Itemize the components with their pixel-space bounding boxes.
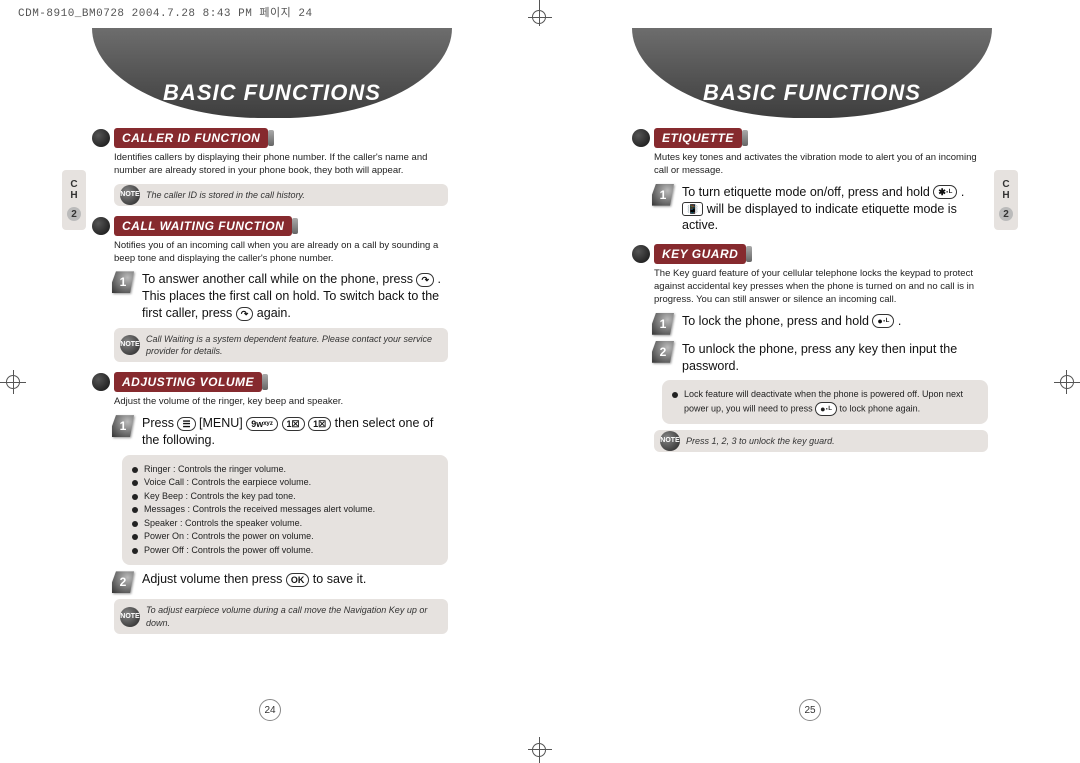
section-desc: Mutes key tones and activates the vibrat… [654, 152, 988, 178]
lock-key-icon: ●·ᴸ [872, 314, 894, 328]
note-icon: NOTE [120, 185, 140, 205]
section-desc: Notifies you of an incoming call when yo… [114, 240, 448, 266]
note-caller-id: NOTE The caller ID is stored in the call… [114, 184, 448, 206]
list-item: Voice Call : Controls the earpiece volum… [132, 476, 438, 490]
volume-bullet-list: Ringer : Controls the ringer volume. Voi… [122, 455, 448, 566]
note-icon: NOTE [660, 431, 680, 451]
step-2: 2 Adjust volume then press OK to save it… [112, 571, 448, 593]
send-key-icon: ↷ [236, 307, 254, 321]
list-item: Power On : Controls the power on volume. [132, 530, 438, 544]
list-item: Power Off : Controls the power off volum… [132, 544, 438, 558]
page-left: CH 2 BASIC FUNCTIONS CALLER ID FUNCTION … [0, 0, 540, 763]
list-item: Messages : Controls the received message… [132, 503, 438, 517]
step-2: 2 To unlock the phone, press any key the… [652, 341, 988, 375]
note-key-guard: NOTE Press 1, 2, 3 to unlock the key gua… [654, 430, 988, 452]
bullet-icon [92, 129, 110, 147]
step-1: 1 To answer another call while on the ph… [112, 271, 448, 322]
section-etiquette: ETIQUETTE [632, 128, 988, 148]
section-caller-id: CALLER ID FUNCTION [92, 128, 448, 148]
page-right: CH 2 BASIC FUNCTIONS ETIQUETTE Mutes key… [540, 0, 1080, 763]
menu-key-icon: ☰ [177, 417, 195, 431]
title-banner: BASIC FUNCTIONS [632, 28, 992, 118]
section-desc: Identifies callers by displaying their p… [114, 152, 448, 178]
section-adjusting-volume: ADJUSTING VOLUME [92, 372, 448, 392]
bullet-icon [92, 373, 110, 391]
vibrate-icon: 📳 [682, 202, 703, 216]
bullet-icon [92, 217, 110, 235]
note-volume: NOTE To adjust earpiece volume during a … [114, 599, 448, 633]
star-key-icon: ✱·ᴸ [933, 185, 957, 199]
chapter-tab-right: CH 2 [994, 170, 1018, 230]
one-key-icon: 1☒ [308, 417, 331, 431]
nine-key-icon: 9ᴡˣʸᶻ [246, 417, 278, 431]
list-item: Key Beep : Controls the key pad tone. [132, 490, 438, 504]
section-title: ADJUSTING VOLUME [114, 372, 262, 392]
section-key-guard: KEY GUARD [632, 244, 988, 264]
section-title: KEY GUARD [654, 244, 746, 264]
note-call-waiting: NOTE Call Waiting is a system dependent … [114, 328, 448, 362]
lock-key-icon: ●·ᴸ [815, 402, 837, 416]
ok-key-icon: OK [286, 573, 310, 587]
section-call-waiting: CALL WAITING FUNCTION [92, 216, 448, 236]
section-title: ETIQUETTE [654, 128, 742, 148]
list-item: Ringer : Controls the ringer volume. [132, 463, 438, 477]
step-1: 1 Press ☰ [MENU] 9ᴡˣʸᶻ 1☒ 1☒ then select… [112, 415, 448, 449]
send-key-icon: ↷ [416, 273, 434, 287]
section-desc: Adjust the volume of the ringer, key bee… [114, 396, 448, 409]
title-banner: BASIC FUNCTIONS [92, 28, 452, 118]
page-spread: CH 2 BASIC FUNCTIONS CALLER ID FUNCTION … [0, 0, 1080, 763]
note-icon: NOTE [120, 335, 140, 355]
section-title: CALL WAITING FUNCTION [114, 216, 292, 236]
chapter-tab-left: CH 2 [62, 170, 86, 230]
section-title: CALLER ID FUNCTION [114, 128, 268, 148]
bullet-icon [632, 129, 650, 147]
step-1: 1 To turn etiquette mode on/off, press a… [652, 184, 988, 235]
lock-info-box: Lock feature will deactivate when the ph… [662, 380, 988, 424]
page-number: 24 [259, 699, 281, 721]
step-1: 1 To lock the phone, press and hold ●·ᴸ … [652, 313, 988, 335]
bullet-icon [632, 245, 650, 263]
page-number: 25 [799, 699, 821, 721]
list-item: Speaker : Controls the speaker volume. [132, 517, 438, 531]
section-desc: The Key guard feature of your cellular t… [654, 268, 988, 306]
note-icon: NOTE [120, 607, 140, 627]
list-item: Lock feature will deactivate when the ph… [672, 388, 978, 416]
one-key-icon: 1☒ [282, 417, 305, 431]
